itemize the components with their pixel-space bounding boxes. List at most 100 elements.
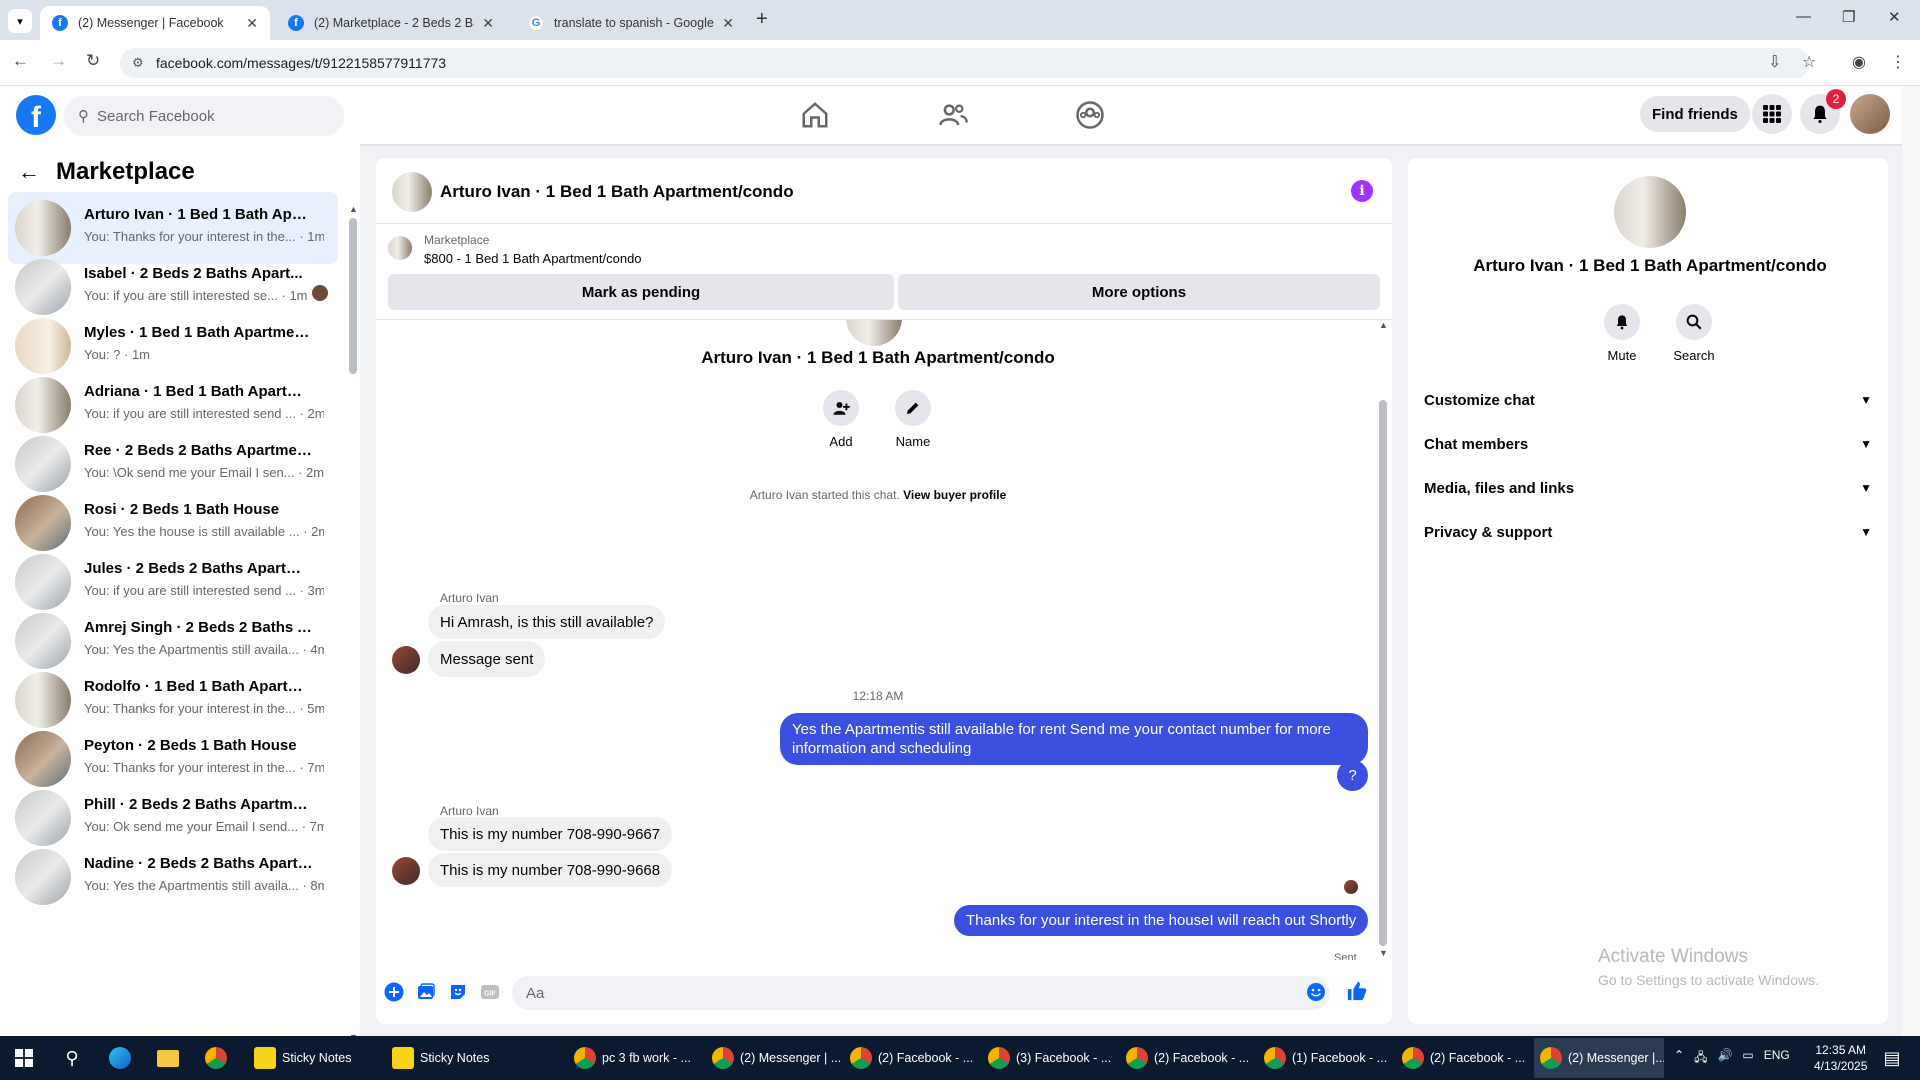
search-icon[interactable]: ⚲ xyxy=(60,1046,84,1070)
input-language[interactable]: ENG xyxy=(1764,1048,1790,1069)
volume-icon[interactable]: 🔊 xyxy=(1717,1048,1732,1069)
thumbs-up-icon[interactable] xyxy=(1346,980,1368,1002)
back-arrow-icon[interactable]: ← xyxy=(18,159,40,185)
taskbar-window-button[interactable]: (3) Facebook - ... xyxy=(982,1038,1116,1078)
taskbar-window-button[interactable]: (2) Facebook - ... xyxy=(1120,1038,1254,1078)
incoming-message[interactable]: This is my number 708-990-9667 xyxy=(428,817,673,851)
scroll-up-arrow-icon[interactable]: ▲ xyxy=(349,204,358,214)
message-input[interactable] xyxy=(512,976,1330,1010)
friends-icon[interactable] xyxy=(938,100,968,130)
chat-title[interactable]: Arturo Ivan · 1 Bed 1 Bath Apartment/con… xyxy=(440,182,794,202)
reload-icon[interactable]: ↻ xyxy=(86,51,100,71)
scrollbar-thumb[interactable] xyxy=(1379,400,1387,946)
details-avatar[interactable] xyxy=(1614,176,1686,248)
notification-center-icon[interactable]: ▤ xyxy=(1880,1046,1904,1070)
outgoing-message[interactable]: ? xyxy=(1337,760,1368,791)
add-people-button[interactable]: Add xyxy=(806,390,876,449)
sender-avatar[interactable] xyxy=(392,646,420,674)
close-tab-icon[interactable]: ✕ xyxy=(246,15,258,32)
browser-tab-google[interactable]: G translate to spanish - Google Se ✕ xyxy=(516,6,746,40)
conversation-preview: You: if you are still interested send ..… xyxy=(84,406,324,421)
chat-members-section[interactable]: Chat members ▼ xyxy=(1424,426,1884,462)
search-facebook-input[interactable]: ⚲ Search Facebook xyxy=(64,96,344,136)
scroll-down-arrow-icon[interactable]: ▼ xyxy=(1379,948,1388,958)
find-friends-button[interactable]: Find friends xyxy=(1640,96,1750,132)
conversation-list-scrollbar[interactable]: ▲ ▼ xyxy=(349,204,358,1036)
taskbar-window-button[interactable]: (2) Messenger | ... xyxy=(706,1038,840,1078)
view-buyer-profile-link[interactable]: View buyer profile xyxy=(903,488,1006,502)
close-window-icon[interactable]: ✕ xyxy=(1888,8,1901,26)
clock-time: 12:35 AM xyxy=(1815,1043,1867,1057)
network-icon[interactable]: 🖧 xyxy=(1694,1048,1707,1069)
incoming-message[interactable]: This is my number 708-990-9668 xyxy=(428,853,673,887)
site-info-icon[interactable]: ⚙ xyxy=(132,55,144,71)
file-explorer-icon[interactable] xyxy=(156,1046,180,1070)
browser-menu-icon[interactable]: ⋮ xyxy=(1890,52,1906,72)
minimize-window-icon[interactable]: — xyxy=(1796,8,1811,25)
scrollbar-thumb[interactable] xyxy=(349,218,357,374)
taskbar-window-button[interactable]: (2) Facebook - ... xyxy=(1396,1038,1530,1078)
gif-icon[interactable]: GIF xyxy=(480,982,500,1002)
plus-circle-icon[interactable] xyxy=(384,982,404,1002)
search-in-conversation-button[interactable]: Search xyxy=(1664,304,1724,363)
windows-start-icon[interactable] xyxy=(12,1046,36,1070)
outgoing-message[interactable]: Yes the Apartmentis still available for … xyxy=(780,713,1368,765)
restore-window-icon[interactable]: ❐ xyxy=(1842,8,1855,26)
taskbar-window-button[interactable]: Sticky Notes xyxy=(386,1038,512,1078)
home-icon[interactable] xyxy=(800,100,830,130)
forward-arrow-icon[interactable]: → xyxy=(50,51,67,71)
more-options-button[interactable]: More options xyxy=(898,274,1380,310)
menu-grid-icon[interactable] xyxy=(1752,94,1792,134)
account-avatar[interactable] xyxy=(1850,94,1890,134)
bookmark-star-icon[interactable]: ☆ xyxy=(1802,52,1816,72)
new-tab-button[interactable]: + xyxy=(756,8,768,31)
back-arrow-icon[interactable]: ← xyxy=(12,51,29,71)
close-tab-icon[interactable]: ✕ xyxy=(722,15,734,32)
edge-browser-icon[interactable] xyxy=(108,1046,132,1070)
browser-tab-messenger[interactable]: f (2) Messenger | Facebook ✕ xyxy=(40,6,270,40)
name-chat-button[interactable]: Name xyxy=(878,390,948,449)
listing-thumbnail[interactable] xyxy=(388,236,412,260)
message-thread: Arturo Ivan · 1 Bed 1 Bath Apartment/con… xyxy=(376,320,1392,960)
mute-button[interactable]: Mute xyxy=(1592,304,1652,363)
conversation-preview: You: ? · 1m xyxy=(84,347,151,362)
tab-search-dropdown-icon[interactable]: ▾ xyxy=(8,9,32,33)
chat-avatar[interactable] xyxy=(392,172,432,212)
groups-icon[interactable] xyxy=(1075,100,1105,130)
taskbar-window-button[interactable]: (2) Facebook - ... xyxy=(844,1038,978,1078)
privacy-support-section[interactable]: Privacy & support ▼ xyxy=(1424,514,1884,550)
emoji-icon[interactable] xyxy=(1306,982,1326,1002)
scroll-up-arrow-icon[interactable]: ▲ xyxy=(1379,320,1388,330)
photo-icon[interactable] xyxy=(416,982,436,1002)
sender-avatar[interactable] xyxy=(392,857,420,885)
customize-chat-section[interactable]: Customize chat ▼ xyxy=(1424,382,1884,418)
conversation-preview: You: Yes the Apartmentis still availa...… xyxy=(84,642,324,657)
message-scrollbar[interactable]: ▲ ▼ xyxy=(1379,320,1388,960)
mark-as-pending-button[interactable]: Mark as pending xyxy=(388,274,894,310)
address-bar[interactable]: ⚙ facebook.com/messages/t/91221585779117… xyxy=(120,48,1810,78)
conversation-info-icon[interactable]: i xyxy=(1351,180,1373,202)
taskbar-window-button[interactable]: pc 3 fb work - ... xyxy=(568,1038,702,1078)
taskbar-window-button[interactable]: Sticky Notes xyxy=(248,1038,374,1078)
outgoing-message[interactable]: Thanks for your interest in the houseI w… xyxy=(954,905,1368,936)
media-files-links-section[interactable]: Media, files and links ▼ xyxy=(1424,470,1884,506)
page-scrollbar[interactable] xyxy=(1902,86,1920,1036)
incoming-message[interactable]: Message sent xyxy=(428,641,546,677)
listing-price[interactable]: $800 - 1 Bed 1 Bath Apartment/condo xyxy=(424,251,642,266)
install-app-icon[interactable]: ⇩ xyxy=(1768,52,1781,72)
sticker-icon[interactable] xyxy=(448,982,468,1002)
pencil-icon xyxy=(895,390,931,426)
system-clock[interactable]: 12:35 AM 4/13/2025 xyxy=(1814,1042,1867,1074)
conversation-row[interactable]: Nadine · 2 Beds 2 Baths Apartm... You: Ye… xyxy=(8,841,338,913)
facebook-logo-icon[interactable]: f xyxy=(16,95,56,135)
battery-icon[interactable]: ▭ xyxy=(1742,1048,1753,1069)
profile-icon[interactable]: ◉ xyxy=(1852,52,1866,72)
incoming-message[interactable]: Hi Amrash, is this still available? xyxy=(428,605,666,639)
chrome-icon[interactable] xyxy=(204,1046,228,1070)
browser-tab-marketplace[interactable]: f (2) Marketplace - 2 Beds 2 Bath ✕ xyxy=(276,6,506,40)
close-tab-icon[interactable]: ✕ xyxy=(482,15,494,32)
taskbar-window-button[interactable]: (1) Facebook - ... xyxy=(1258,1038,1392,1078)
taskbar-window-button[interactable]: (2) Messenger |... xyxy=(1534,1038,1664,1078)
listing-thumbnail xyxy=(15,495,71,551)
show-hidden-icons-icon[interactable]: ⌃ xyxy=(1674,1048,1684,1069)
